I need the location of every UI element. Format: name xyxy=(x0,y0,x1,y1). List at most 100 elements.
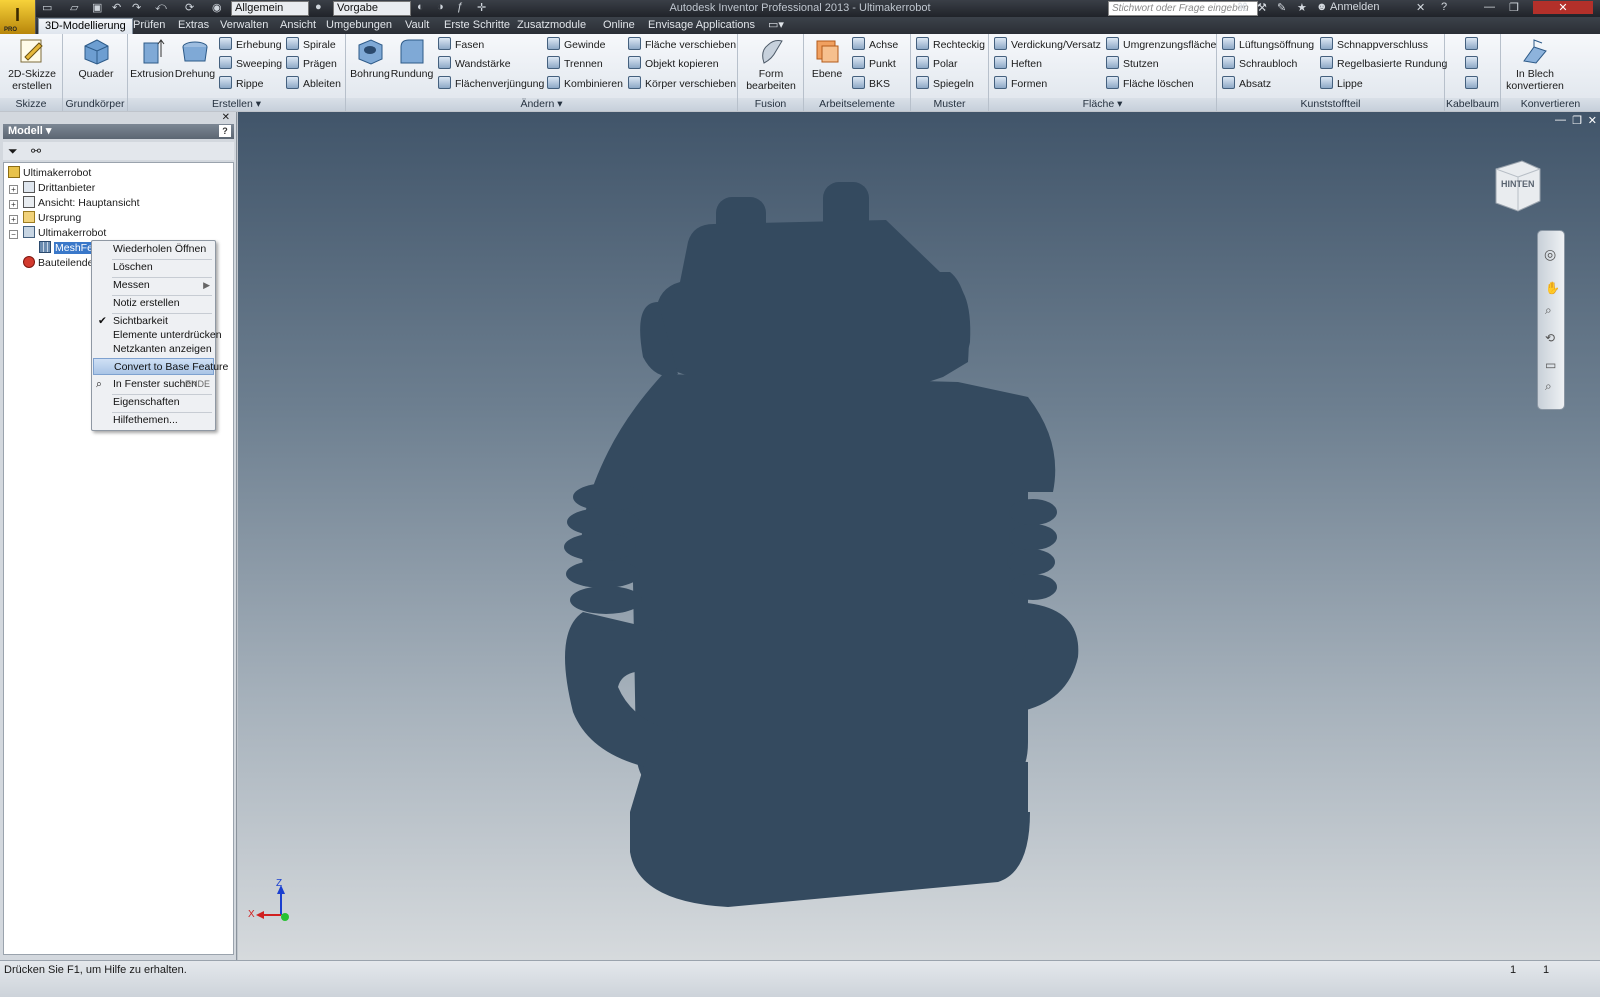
ableiten-button[interactable]: Ableiten xyxy=(286,76,341,92)
new-icon[interactable]: ▭ xyxy=(42,1,52,16)
update-icon[interactable]: ⟳ xyxy=(185,1,194,16)
open-icon[interactable]: ▱ xyxy=(70,1,78,16)
save-icon[interactable]: ▣ xyxy=(92,1,102,16)
kabel-button-2[interactable] xyxy=(1465,56,1482,72)
verdickung-button[interactable]: Verdickung/Versatz xyxy=(994,37,1101,53)
punkt-button[interactable]: Punkt xyxy=(852,56,896,72)
filter-icon[interactable]: ⏷ xyxy=(8,144,18,159)
ribbon-options-icon[interactable]: ▭▾ xyxy=(762,18,790,34)
orbit-icon[interactable]: ⟲ xyxy=(1545,331,1555,345)
tree-ansicht[interactable]: Ansicht: Hauptansicht xyxy=(23,196,140,211)
pan-icon[interactable]: ✋ xyxy=(1545,281,1560,295)
flaeche-loeschen-button[interactable]: Fläche löschen xyxy=(1106,76,1194,92)
tab-pruefen[interactable]: Prüfen xyxy=(127,18,171,34)
polar-button[interactable]: Polar xyxy=(916,56,958,72)
expand-icon[interactable]: + xyxy=(9,215,18,224)
tools-icon[interactable]: ⚒ xyxy=(1257,1,1267,14)
measure-icon[interactable]: ✛ xyxy=(477,1,486,16)
flaeche-verschieben-button[interactable]: Fläche verschieben xyxy=(628,37,736,53)
absatz-button[interactable]: Absatz xyxy=(1222,76,1271,92)
bohrung-button[interactable]: Bohrung xyxy=(348,37,392,80)
color-icon[interactable]: ● xyxy=(315,1,322,16)
tree-body[interactable]: Ultimakerrobot xyxy=(23,226,106,241)
zoom-all-icon[interactable]: ⌕ xyxy=(1545,379,1552,394)
spiegeln-button[interactable]: Spiegeln xyxy=(916,76,974,92)
lookat-icon[interactable]: ▭ xyxy=(1545,358,1556,372)
undo-icon[interactable]: ↶ xyxy=(112,1,121,16)
umgrenzungsflaeche-button[interactable]: Umgrenzungsfläche xyxy=(1106,37,1216,53)
help-icon[interactable]: ? xyxy=(1441,1,1447,13)
browser-header[interactable]: Modell ▾? xyxy=(3,124,234,139)
tree-bauteilende[interactable]: Bauteilende xyxy=(23,256,93,271)
tab-verwalten[interactable]: Verwalten xyxy=(214,18,274,34)
search-input[interactable]: Stichwort oder Frage eingeben xyxy=(1108,1,1258,16)
praegen-button[interactable]: Prägen xyxy=(286,56,337,72)
koerper-verschieben-button[interactable]: Körper verschieben xyxy=(628,76,736,92)
group-label-erstellen[interactable]: Erstellen ▾ xyxy=(128,98,345,111)
menu-wiederholen[interactable]: Wiederholen Öffnen xyxy=(93,241,214,258)
redo-icon[interactable]: ↷ xyxy=(132,1,141,16)
lippe-button[interactable]: Lippe xyxy=(1320,76,1363,92)
rechteckig-button[interactable]: Rechteckig xyxy=(916,37,985,53)
ebene-button[interactable]: Ebene xyxy=(806,37,848,80)
user-icon[interactable]: ☻ xyxy=(1316,1,1328,13)
tree-root[interactable]: Ultimakerrobot xyxy=(8,166,91,181)
heften-button[interactable]: Heften xyxy=(994,56,1042,72)
zoom-icon[interactable]: ⌕ xyxy=(1545,303,1552,318)
formen-button[interactable]: Formen xyxy=(994,76,1047,92)
workspace-select[interactable]: Allgemein xyxy=(231,1,309,16)
flaechenverjuengung-button[interactable]: Flächenverjüngung xyxy=(438,76,544,92)
expand-icon[interactable]: + xyxy=(9,200,18,209)
tab-vault[interactable]: Vault xyxy=(399,18,435,34)
browser-help-icon[interactable]: ? xyxy=(219,125,231,137)
bks-button[interactable]: BKS xyxy=(852,76,890,92)
menu-notiz[interactable]: Notiz erstellen xyxy=(93,295,214,312)
tab-umgebungen[interactable]: Umgebungen xyxy=(320,18,398,34)
wrench-icon[interactable]: ✎ xyxy=(1277,1,1286,14)
tab-3d-modellierung[interactable]: 3D-Modellierung xyxy=(38,18,133,34)
tree-ursprung[interactable]: Ursprung xyxy=(23,211,81,226)
menu-loeschen[interactable]: Löschen xyxy=(93,259,214,276)
exchange-icon[interactable]: ✕ xyxy=(1416,1,1425,14)
signin-link[interactable]: Anmelden xyxy=(1330,1,1380,13)
sweeping-button[interactable]: Sweeping xyxy=(219,56,282,72)
menu-eigenschaften[interactable]: Eigenschaften xyxy=(93,394,214,411)
tab-ansicht[interactable]: Ansicht xyxy=(274,18,322,34)
extrusion-button[interactable]: Extrusion xyxy=(130,37,174,80)
graphics-window[interactable]: — ❐ ✕ Z X xyxy=(238,112,1600,960)
application-menu-button[interactable]: I PRO xyxy=(0,0,36,34)
trennen-button[interactable]: Trennen xyxy=(547,56,603,72)
menu-hilfethemen[interactable]: Hilfethemen... xyxy=(93,412,214,429)
kombinieren-button[interactable]: Kombinieren xyxy=(547,76,623,92)
fasen-button[interactable]: Fasen xyxy=(438,37,484,53)
regelbasierte-rundung-button[interactable]: Regelbasierte Rundung xyxy=(1320,56,1447,72)
tab-online[interactable]: Online xyxy=(597,18,641,34)
restore-icon[interactable]: ❐ xyxy=(1509,1,1519,14)
binoculars-icon[interactable]: ⌘ xyxy=(1237,1,1248,14)
style-select[interactable]: Vorgabe xyxy=(333,1,411,16)
menu-in-fenster-suchen[interactable]: ⌕ In Fenster suchen ENDE xyxy=(93,376,214,393)
stutzen-button[interactable]: Stutzen xyxy=(1106,56,1159,72)
erhebung-button[interactable]: Erhebung xyxy=(219,37,282,53)
tab-extras[interactable]: Extras xyxy=(172,18,215,34)
form-bearbeiten-button[interactable]: Form bearbeiten xyxy=(740,37,802,92)
mesh-model[interactable] xyxy=(238,112,1600,960)
achse-button[interactable]: Achse xyxy=(852,37,898,53)
binoculars-icon[interactable]: ⚯ xyxy=(31,144,41,158)
menu-messen[interactable]: Messen ▶ xyxy=(93,277,214,294)
in-blech-konvertieren-button[interactable]: In Blech konvertieren xyxy=(1503,37,1567,92)
steeringwheel-icon[interactable]: ◎ xyxy=(1544,246,1556,263)
wandstaerke-button[interactable]: Wandstärke xyxy=(438,56,511,72)
return-icon[interactable]: ⤺ xyxy=(155,1,167,16)
group-label-aendern[interactable]: Ändern ▾ xyxy=(346,98,737,111)
expand-icon[interactable]: + xyxy=(9,185,18,194)
2d-skizze-button[interactable]: 2D-Skizze erstellen xyxy=(4,37,60,92)
kabel-button-1[interactable] xyxy=(1465,37,1482,53)
spirale-button[interactable]: Spirale xyxy=(286,37,336,53)
menu-convert-to-base-feature[interactable]: Convert to Base Feature xyxy=(93,358,228,375)
material-icon[interactable]: ◐ xyxy=(417,1,424,16)
lueftungsoeffnung-button[interactable]: Lüftungsöffnung xyxy=(1222,37,1314,53)
schraubloch-button[interactable]: Schraubloch xyxy=(1222,56,1297,72)
tab-envisage[interactable]: Envisage Applications xyxy=(642,18,761,34)
group-label-flaeche[interactable]: Fläche ▾ xyxy=(989,98,1216,111)
